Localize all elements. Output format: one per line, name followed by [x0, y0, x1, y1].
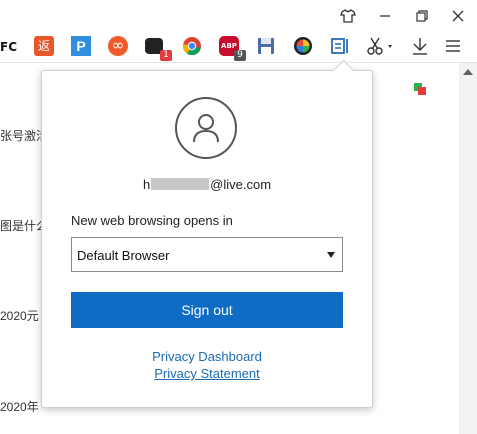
- page-scrollbar[interactable]: [459, 63, 477, 434]
- open-in-label: New web browsing opens in: [71, 213, 233, 228]
- adblock-icon[interactable]: ABP 9: [219, 36, 246, 61]
- page-widget-icon[interactable]: [414, 83, 426, 95]
- background-text-line: 2020元: [0, 309, 39, 323]
- close-icon[interactable]: [441, 0, 475, 32]
- scroll-up-arrow-icon[interactable]: [463, 69, 473, 75]
- title-bar: [0, 0, 477, 32]
- background-text-line: 2020年: [0, 400, 39, 414]
- browser-select[interactable]: Default Browser: [71, 237, 343, 272]
- notification-badge: 1: [160, 50, 172, 61]
- fc-icon[interactable]: FC: [0, 36, 22, 58]
- tshirt-icon[interactable]: [331, 0, 365, 32]
- fc-icon-text: FC: [0, 40, 18, 54]
- notification-badge: 9: [234, 50, 246, 61]
- p-icon[interactable]: P: [71, 36, 93, 58]
- infinity-icon[interactable]: ∞: [108, 36, 130, 58]
- restore-icon[interactable]: [405, 0, 439, 32]
- email-suffix: @live.com: [210, 177, 272, 192]
- minimize-icon[interactable]: [368, 0, 402, 32]
- rebate-icon[interactable]: 返: [34, 36, 56, 58]
- email-prefix: h: [142, 177, 151, 192]
- privacy-statement-link[interactable]: Privacy Statement: [42, 366, 372, 381]
- scissors-icon[interactable]: [366, 36, 392, 58]
- menu-icon[interactable]: [444, 36, 466, 58]
- infinity-icon-text: ∞: [108, 36, 128, 56]
- privacy-dashboard-link[interactable]: Privacy Dashboard: [42, 349, 372, 364]
- chrome-icon[interactable]: [182, 36, 204, 58]
- email-redaction: [151, 178, 210, 190]
- game-controller-icon[interactable]: 1: [145, 36, 172, 61]
- p-icon-text: P: [71, 36, 91, 56]
- edge-profile-icon[interactable]: [330, 36, 352, 58]
- download-icon[interactable]: [410, 36, 432, 58]
- avatar: [175, 97, 237, 159]
- account-email: h @live.com: [42, 177, 372, 192]
- rebate-icon-text: 返: [34, 36, 54, 56]
- sign-out-button[interactable]: Sign out: [71, 292, 343, 328]
- profile-popup: h @live.com New web browsing opens in Def…: [41, 59, 373, 408]
- color-picker-icon[interactable]: [293, 36, 315, 58]
- extensions-toolbar: FC 返 P ∞ 1 ABP 9: [0, 32, 477, 62]
- dropdown-arrow-icon: [327, 252, 335, 258]
- floppy-disk-icon[interactable]: [256, 36, 278, 58]
- person-icon: [193, 114, 219, 143]
- browser-select-value: Default Browser: [77, 248, 170, 263]
